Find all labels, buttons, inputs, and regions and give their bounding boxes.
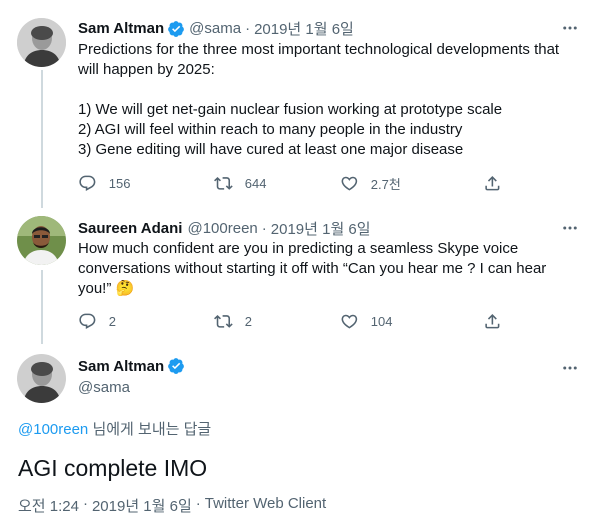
avatar-saureen-adani[interactable] bbox=[17, 216, 66, 265]
retweet-button[interactable]: 2 bbox=[214, 312, 340, 331]
retweet-icon bbox=[214, 314, 233, 328]
more-dots-icon[interactable] bbox=[560, 358, 580, 378]
share-button[interactable] bbox=[483, 174, 502, 193]
reply-suffix: 님에게 보내는 답글 bbox=[88, 421, 212, 438]
reply-button[interactable]: 2 bbox=[78, 312, 214, 331]
tweet-date[interactable]: 2019년 1월 6일 bbox=[92, 495, 192, 516]
retweet-icon bbox=[214, 176, 233, 190]
author-name[interactable]: Saureen Adani bbox=[78, 220, 182, 237]
separator-dot: · bbox=[82, 495, 88, 512]
tweet-date[interactable]: 2019년 1월 6일 bbox=[271, 218, 371, 239]
reply-button[interactable]: 156 bbox=[78, 174, 214, 193]
verified-badge-icon bbox=[167, 20, 185, 38]
like-count: 104 bbox=[370, 313, 393, 329]
share-button[interactable] bbox=[483, 312, 502, 331]
heart-icon bbox=[341, 314, 358, 329]
author-handle[interactable]: @sama bbox=[189, 20, 241, 37]
reply-bubble-icon bbox=[79, 313, 96, 329]
separator-dot: · bbox=[245, 20, 251, 37]
tweet-actions: 2 2 104 bbox=[78, 311, 502, 331]
avatar-sam-altman[interactable] bbox=[17, 354, 66, 403]
heart-icon bbox=[341, 176, 358, 191]
more-dots-icon[interactable] bbox=[560, 218, 580, 238]
replying-to: @100reen 님에게 보내는 답글 bbox=[18, 418, 211, 439]
main-tweet-meta: 오전 1:24 · 2019년 1월 6일 · Twitter Web Clie… bbox=[18, 495, 326, 516]
author-name[interactable]: Sam Altman bbox=[78, 358, 164, 375]
reply-count: 156 bbox=[108, 175, 131, 191]
like-button[interactable]: 104 bbox=[340, 312, 483, 331]
main-author-name-row: Sam Altman bbox=[78, 357, 189, 375]
tweet-header: Saureen Adani @100reen · 2019년 1월 6일 bbox=[78, 218, 371, 239]
separator-dot: · bbox=[261, 220, 267, 237]
like-count: 2.7천 bbox=[370, 176, 401, 192]
tweet-text: Predictions for the three most important… bbox=[78, 41, 560, 158]
retweet-button[interactable]: 644 bbox=[214, 174, 340, 193]
share-icon bbox=[485, 313, 500, 329]
reply-bubble-icon bbox=[79, 175, 96, 191]
retweet-count: 644 bbox=[244, 175, 267, 191]
tweet-text: How much confident are you in predicting… bbox=[78, 240, 547, 297]
reply-mention-link[interactable]: @100reen bbox=[18, 421, 88, 438]
separator-dot: · bbox=[195, 495, 201, 512]
author-handle[interactable]: @sama bbox=[78, 379, 130, 396]
like-button[interactable]: 2.7천 bbox=[340, 174, 483, 193]
reply-count: 2 bbox=[108, 313, 116, 329]
tweet-client: Twitter Web Client bbox=[204, 495, 327, 512]
thread-line bbox=[41, 70, 43, 208]
tweet-actions: 156 644 2.7천 bbox=[78, 173, 502, 193]
more-dots-icon[interactable] bbox=[560, 18, 580, 38]
verified-badge-icon bbox=[167, 357, 185, 375]
tweet-header: Sam Altman @sama · 2019년 1월 6일 bbox=[78, 18, 354, 39]
tweet-time[interactable]: 오전 1:24 bbox=[18, 495, 79, 516]
author-handle[interactable]: @100reen bbox=[187, 220, 257, 237]
retweet-count: 2 bbox=[244, 313, 252, 329]
tweet-date[interactable]: 2019년 1월 6일 bbox=[254, 18, 354, 39]
avatar-sam-altman[interactable] bbox=[17, 18, 66, 67]
thread-line bbox=[41, 270, 43, 344]
author-name[interactable]: Sam Altman bbox=[78, 20, 164, 37]
share-icon bbox=[485, 175, 500, 191]
main-tweet-text: AGI complete IMO bbox=[18, 455, 208, 481]
